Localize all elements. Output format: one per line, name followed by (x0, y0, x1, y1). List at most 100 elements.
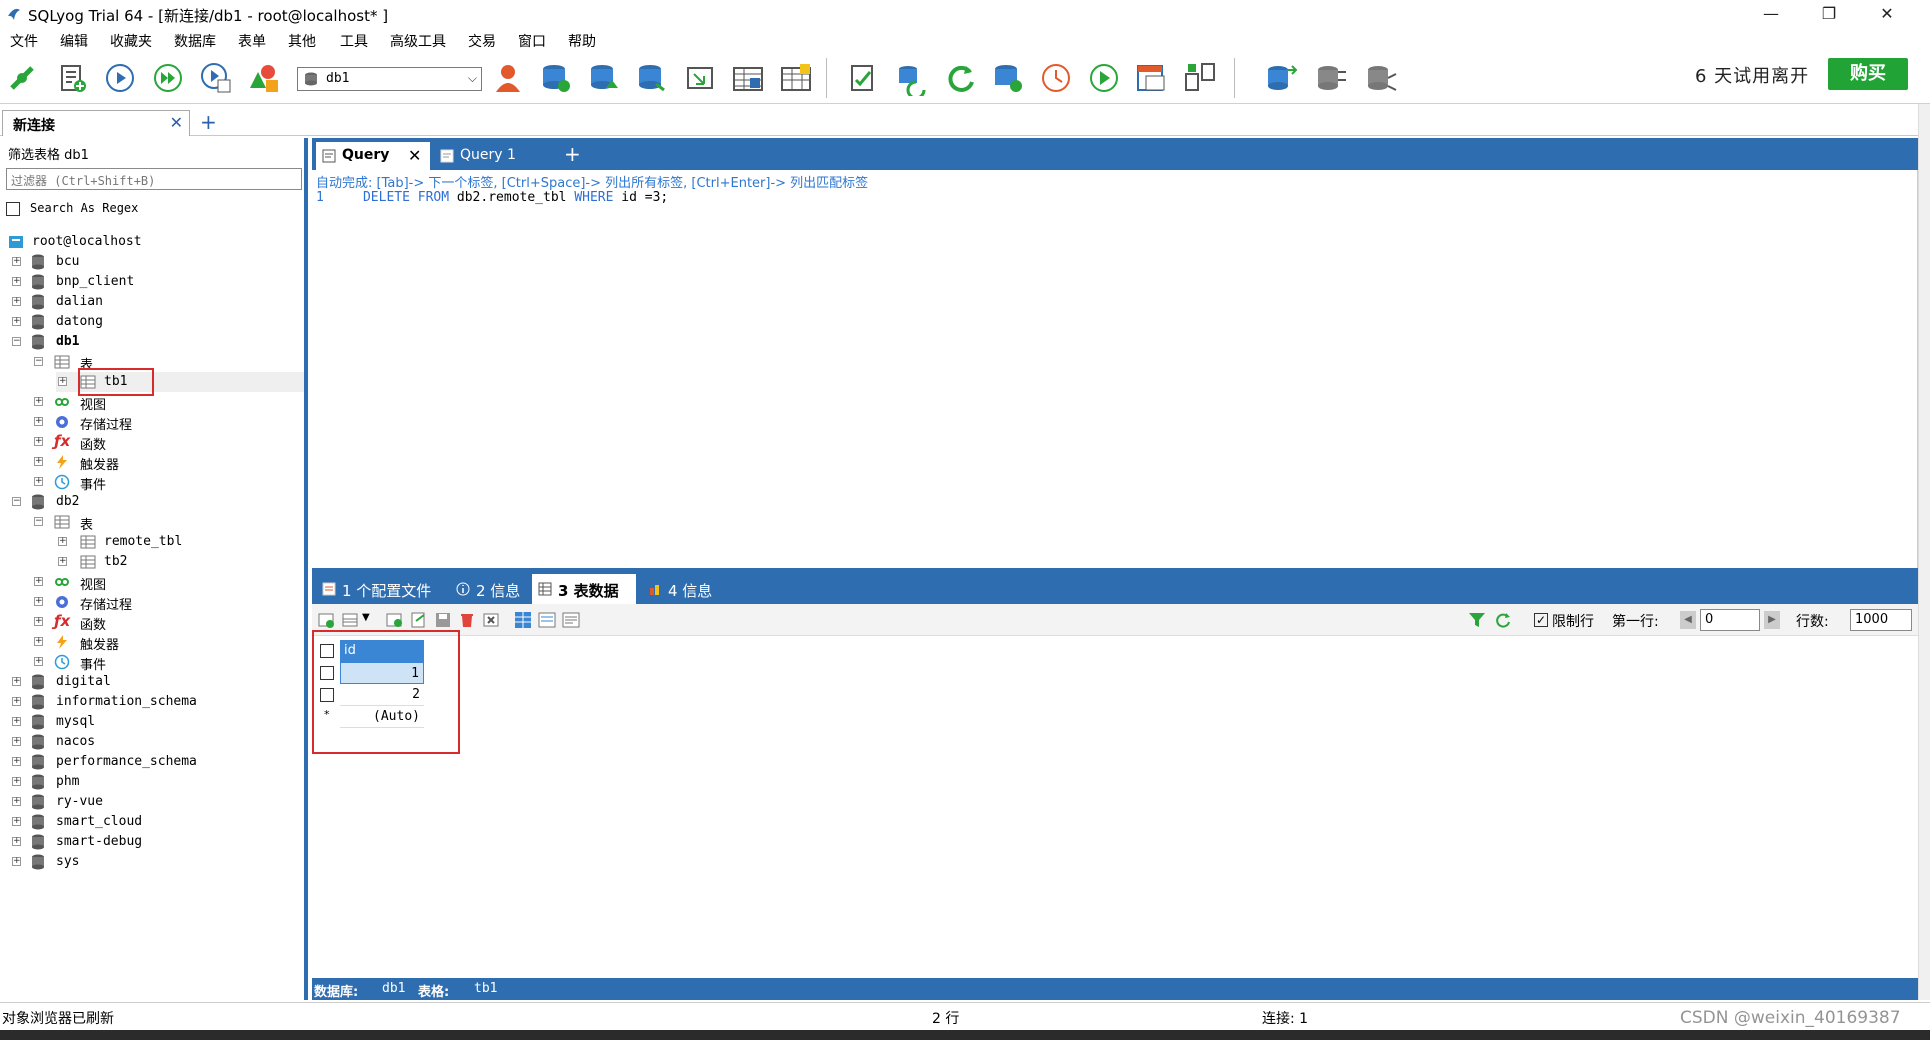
expand-icon[interactable]: + (34, 397, 43, 406)
connect-icon[interactable] (4, 60, 40, 96)
tree-item-db1-tb1[interactable]: + tb1 (56, 368, 304, 396)
tree-item-db2-views[interactable]: + 视图 (34, 572, 304, 593)
tree-item-db2-events[interactable]: + 事件 (34, 652, 304, 673)
tree-item-performance-schema[interactable]: + performance_schema (12, 752, 302, 772)
expand-icon[interactable]: + (12, 797, 21, 806)
database-migrate-icon[interactable] (1364, 60, 1400, 96)
grid-mode-icon[interactable] (342, 611, 360, 629)
regex-checkbox[interactable] (6, 202, 20, 216)
data-sync-icon[interactable] (894, 60, 930, 100)
restore-button[interactable]: ❐ (1806, 2, 1852, 26)
expand-icon[interactable]: + (12, 777, 21, 786)
menu-favorites[interactable]: 收藏夹 (110, 31, 152, 51)
expand-icon[interactable]: + (12, 677, 21, 686)
menu-tools[interactable]: 工具 (340, 31, 368, 51)
tree-item-mysql[interactable]: + mysql (12, 712, 302, 732)
tree-item-db1-views[interactable]: + 视图 (34, 392, 304, 413)
connection-tab[interactable]: 新连接 ✕ (2, 110, 190, 136)
expand-icon[interactable]: + (34, 477, 43, 486)
expand-icon[interactable]: + (12, 817, 21, 826)
expand-icon[interactable]: + (12, 737, 21, 746)
chevron-down-icon[interactable]: ▼ (362, 612, 370, 623)
expand-icon[interactable]: + (34, 577, 43, 586)
tree-root[interactable]: root@localhost (8, 232, 298, 252)
query-builder-icon[interactable] (1134, 60, 1170, 96)
filter-icon[interactable] (1468, 611, 1486, 629)
tree-item-db1-triggers[interactable]: + 触发器 (34, 452, 304, 473)
expand-icon[interactable]: + (12, 257, 21, 266)
expand-icon[interactable]: + (58, 537, 67, 546)
menu-window[interactable]: 窗口 (518, 31, 546, 51)
database-sync-icon[interactable] (1314, 60, 1350, 96)
expand-icon[interactable]: + (34, 437, 43, 446)
backup-database-icon[interactable] (586, 60, 622, 96)
duplicate-row-icon[interactable] (386, 611, 404, 629)
expand-icon[interactable]: + (58, 557, 67, 566)
expand-icon[interactable]: + (12, 277, 21, 286)
new-query-icon[interactable] (54, 60, 90, 96)
tab-query-1[interactable]: Query 1 (434, 142, 544, 170)
expand-icon[interactable]: + (12, 317, 21, 326)
tree-item-db2-tb2[interactable]: + tb2 (56, 552, 304, 572)
menu-advanced-tools[interactable]: 高级工具 (390, 31, 446, 51)
tree-item-bnp-client[interactable]: + bnp_client (12, 272, 302, 292)
scheduled-job-icon[interactable] (1038, 60, 1074, 96)
schema-designer-icon[interactable] (246, 60, 282, 96)
save-icon[interactable] (434, 611, 452, 629)
expand-icon[interactable]: + (12, 717, 21, 726)
expand-icon[interactable]: + (34, 597, 43, 606)
menu-file[interactable]: 文件 (10, 31, 38, 51)
tab-info[interactable]: 2 信息 (450, 574, 526, 604)
sql-editor[interactable]: 自动完成: [Tab]-> 下一个标签, [Ctrl+Space]-> 列出所有… (312, 170, 1918, 568)
tab-table-data[interactable]: 3 表数据 (532, 574, 636, 604)
first-row-input[interactable]: 0 (1700, 609, 1760, 631)
expand-icon[interactable]: + (34, 637, 43, 646)
next-page-icon[interactable]: ▶ (1764, 611, 1780, 629)
schema-compare-icon[interactable] (1182, 60, 1218, 96)
execute-edit-icon[interactable] (198, 60, 234, 96)
tree-item-db2[interactable]: − db2 (12, 492, 302, 512)
tree-item-smart-debug[interactable]: + smart-debug (12, 832, 302, 852)
cancel-changes-icon[interactable] (482, 611, 500, 629)
expand-icon[interactable]: + (34, 657, 43, 666)
execute-query-icon[interactable] (102, 60, 138, 96)
tree-item-datong[interactable]: + datong (12, 312, 302, 332)
vertical-scrollbar[interactable] (1918, 104, 1930, 1000)
tree-item-db2-triggers[interactable]: + 触发器 (34, 632, 304, 653)
menu-table[interactable]: 表单 (238, 31, 266, 51)
expand-icon[interactable]: + (34, 417, 43, 426)
expand-icon[interactable]: + (12, 297, 21, 306)
tree-item-sys[interactable]: + sys (12, 852, 302, 872)
tree-item-digital[interactable]: + digital (12, 672, 302, 692)
insert-row-icon[interactable] (318, 611, 336, 629)
tree-item-db1-funcs[interactable]: + ƒx 函数 (34, 432, 304, 453)
execute-all-icon[interactable] (150, 60, 186, 96)
refresh-icon[interactable] (1494, 611, 1512, 629)
expand-icon[interactable]: + (12, 837, 21, 846)
tree-item-db1-tables[interactable]: − 表 (34, 352, 304, 373)
close-icon[interactable]: ✕ (408, 146, 421, 165)
tree-item-db2-remote-tbl[interactable]: + remote_tbl (56, 532, 304, 552)
collapse-icon[interactable]: − (12, 337, 21, 346)
refresh-icon[interactable] (942, 60, 978, 96)
export-icon[interactable] (410, 611, 428, 629)
code-line[interactable]: 1 DELETE FROM db2.remote_tbl WHERE id =3… (316, 190, 668, 205)
limit-rows-checkbox[interactable]: ✓ (1534, 613, 1548, 627)
tree-item-ry-vue[interactable]: + ry-vue (12, 792, 302, 812)
table-icon[interactable] (730, 60, 766, 96)
expand-icon[interactable]: + (34, 617, 43, 626)
collapse-icon[interactable]: − (12, 497, 21, 506)
tree-item-db1-procs[interactable]: + 存储过程 (34, 412, 304, 433)
tree-item-db2-procs[interactable]: + 存储过程 (34, 592, 304, 613)
filter-input[interactable]: 过滤器 (Ctrl+Shift+B) (6, 168, 302, 190)
execute-script-icon[interactable] (1086, 60, 1122, 96)
buy-button[interactable]: 购买 (1828, 58, 1908, 90)
tree-item-db1[interactable]: − db1 (12, 332, 302, 352)
tree-item-smart-cloud[interactable]: + smart_cloud (12, 812, 302, 832)
schema-sync-icon[interactable] (846, 60, 882, 96)
expand-icon[interactable]: + (12, 857, 21, 866)
menu-help[interactable]: 帮助 (568, 31, 596, 51)
minimize-button[interactable]: — (1748, 2, 1794, 26)
tab-query[interactable]: Query ✕ (316, 142, 430, 170)
expand-icon[interactable]: + (12, 757, 21, 766)
